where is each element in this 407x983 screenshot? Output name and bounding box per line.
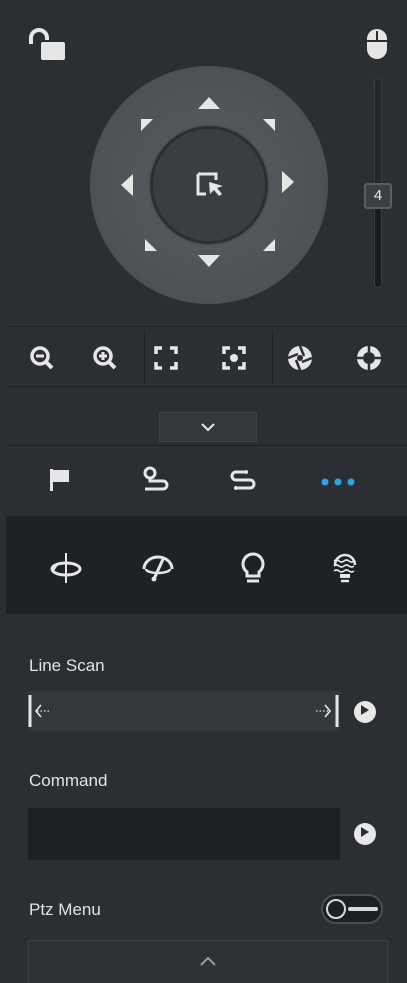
chevron-down-icon bbox=[201, 418, 215, 436]
preset-flag-icon bbox=[48, 467, 72, 498]
ptz-menu-panel[interactable] bbox=[28, 940, 388, 983]
select-area-icon[interactable] bbox=[196, 172, 226, 203]
line-scan-play-button[interactable] bbox=[354, 701, 376, 723]
chevron-up-icon[interactable] bbox=[200, 953, 216, 971]
arrow-up-left-button[interactable] bbox=[140, 118, 154, 137]
line-scan-label: Line Scan bbox=[29, 656, 105, 675]
play-icon bbox=[360, 703, 370, 721]
light-icon[interactable] bbox=[231, 548, 275, 588]
divider bbox=[144, 330, 145, 384]
focus-near-icon[interactable] bbox=[146, 340, 186, 376]
lens-toolbar bbox=[6, 328, 407, 386]
arrow-right-button[interactable] bbox=[281, 170, 295, 199]
rotate-icon[interactable] bbox=[44, 548, 88, 588]
divider bbox=[6, 326, 407, 327]
tab-pattern[interactable] bbox=[221, 466, 265, 498]
tab-tour[interactable] bbox=[134, 466, 178, 498]
wiper-icon[interactable] bbox=[136, 548, 180, 588]
mouse-icon[interactable] bbox=[365, 27, 389, 61]
speed-slider-thumb[interactable]: 4 bbox=[364, 183, 392, 209]
arrow-left-button[interactable] bbox=[120, 173, 134, 202]
arrow-up-button[interactable] bbox=[197, 96, 221, 115]
arrow-down-right-button[interactable] bbox=[262, 238, 276, 257]
command-input[interactable] bbox=[28, 808, 340, 860]
scan-right-limit-icon[interactable] bbox=[314, 693, 340, 734]
collapse-button[interactable] bbox=[159, 412, 257, 442]
defog-light-icon[interactable] bbox=[323, 548, 367, 588]
pattern-icon bbox=[228, 466, 258, 499]
arrow-up-right-button[interactable] bbox=[262, 118, 276, 137]
zoom-out-icon[interactable] bbox=[22, 340, 62, 376]
ptz-menu-toggle[interactable] bbox=[321, 894, 383, 924]
toggle-knob bbox=[326, 899, 346, 919]
command-label: Command bbox=[29, 771, 108, 790]
tab-preset[interactable] bbox=[38, 466, 82, 498]
toggle-bar bbox=[348, 907, 378, 911]
line-scan-bar[interactable] bbox=[28, 691, 340, 731]
zoom-in-icon[interactable] bbox=[85, 340, 125, 376]
arrow-down-left-button[interactable] bbox=[144, 238, 158, 257]
command-play-button[interactable] bbox=[354, 823, 376, 845]
iris-close-icon[interactable] bbox=[280, 340, 320, 376]
play-icon bbox=[360, 825, 370, 843]
unlock-icon[interactable] bbox=[27, 28, 67, 62]
iris-open-icon[interactable] bbox=[349, 340, 389, 376]
scan-left-limit-icon[interactable] bbox=[28, 693, 52, 734]
focus-far-icon[interactable] bbox=[214, 340, 254, 376]
ptz-menu-label: Ptz Menu bbox=[29, 900, 101, 919]
more-icon bbox=[320, 473, 356, 491]
speed-slider-fill bbox=[375, 200, 381, 287]
divider bbox=[272, 330, 273, 384]
arrow-down-button[interactable] bbox=[197, 254, 221, 273]
tour-icon bbox=[141, 466, 171, 499]
tab-more[interactable] bbox=[316, 466, 360, 498]
